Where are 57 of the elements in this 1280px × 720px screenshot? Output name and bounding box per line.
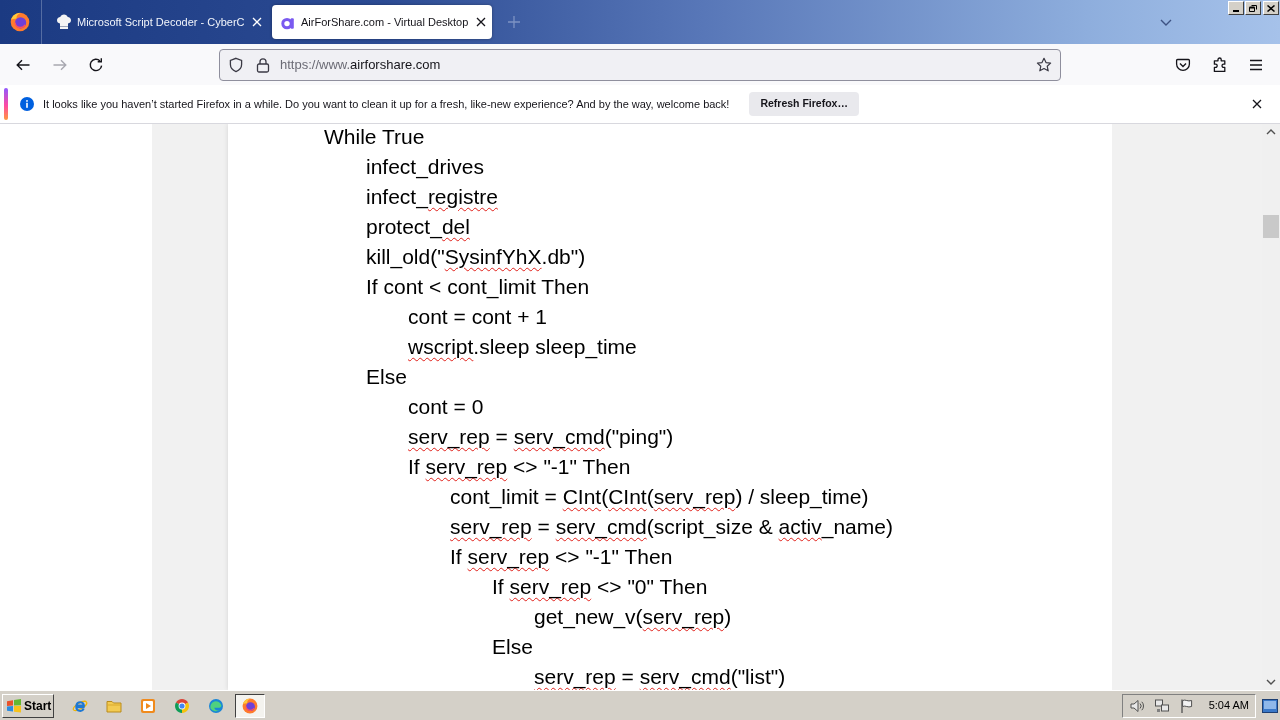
code-line: If cont < cont_limit Then [366, 274, 590, 301]
code-line: cont_limit = CInt(CInt(serv_rep) / sleep_time) [450, 484, 869, 511]
address-bar[interactable]: https://www.airforshare.com [219, 48, 1061, 81]
reload-icon[interactable] [88, 56, 104, 73]
restore-icon [1249, 4, 1257, 12]
tab[interactable]: AirForShare.com - Virtual Desktop [272, 5, 492, 39]
code-line: If serv_rep <> "-1" Then [450, 544, 673, 571]
tab[interactable]: Microsoft Script Decoder - CyberC [48, 5, 268, 39]
pocket-icon[interactable] [1175, 56, 1191, 73]
media-player-icon [140, 697, 156, 714]
code-line: kill_old("SysinfYhX.db") [366, 244, 586, 271]
code-line: If serv_rep <> "-1" Then [408, 454, 631, 481]
code-line: While True [324, 124, 425, 150]
padlock-icon[interactable] [256, 56, 270, 73]
firefox-icon [242, 697, 258, 714]
code-line: serv_rep = serv_cmd("list") [534, 664, 786, 690]
code-line: Else [366, 364, 407, 390]
url-text[interactable]: https://www.airforshare.com [280, 54, 441, 75]
close-window-button[interactable] [1263, 1, 1279, 15]
firefox-logo-icon[interactable] [10, 12, 30, 32]
code-line: get_new_v(serv_rep) [534, 604, 732, 631]
code-line: serv_rep = serv_cmd(script_size & activ_name) [450, 514, 893, 541]
code-line: If serv_rep <> "0" Then [492, 574, 708, 601]
bookmark-star-icon[interactable] [1036, 56, 1052, 73]
restore-button[interactable] [1245, 1, 1261, 15]
scrollbar[interactable] [1262, 124, 1280, 690]
code-line: cont = 0 [408, 394, 484, 420]
scroll-down-icon[interactable] [1266, 679, 1276, 685]
scrollbar-thumb[interactable] [1263, 215, 1279, 238]
chrome-icon [174, 697, 190, 714]
shield-icon[interactable] [228, 56, 244, 73]
network-icon[interactable] [1153, 697, 1170, 714]
code-line: protect_del [366, 214, 470, 241]
code-line: cont = cont + 1 [408, 304, 547, 330]
code-line: Else [492, 634, 533, 660]
quick-launch-button[interactable] [235, 693, 265, 718]
code-line: infect_drives [366, 154, 484, 181]
speaker-icon[interactable] [1128, 697, 1145, 714]
edge-icon [208, 697, 224, 714]
code-line: serv_rep = serv_cmd("ping") [408, 424, 674, 451]
minimize-button[interactable] [1228, 1, 1244, 15]
refresh-firefox-button[interactable]: Refresh Firefox… [749, 92, 859, 116]
start-button[interactable]: Start [2, 693, 54, 718]
notification-message: It looks like you haven’t started Firefox in a while. Do you want to clean it up for a fresh, like-new experience? And by the way, welcome back! [43, 96, 730, 112]
puzzle-piece-icon[interactable] [1212, 56, 1228, 73]
scroll-up-icon[interactable] [1266, 129, 1276, 135]
show-desktop-icon[interactable] [1262, 698, 1278, 713]
windows-flag-icon [6, 698, 22, 713]
flag-icon[interactable] [1178, 697, 1195, 714]
chevron-down-icon[interactable] [1160, 18, 1172, 26]
close-icon[interactable] [476, 17, 486, 27]
chef-hat-icon [56, 14, 72, 30]
close-window-icon [1267, 4, 1275, 12]
close-icon[interactable] [1252, 99, 1262, 109]
code-line: infect_registre [366, 184, 498, 211]
code-line: wscript.sleep sleep_time [408, 334, 637, 361]
info-icon [20, 97, 34, 111]
